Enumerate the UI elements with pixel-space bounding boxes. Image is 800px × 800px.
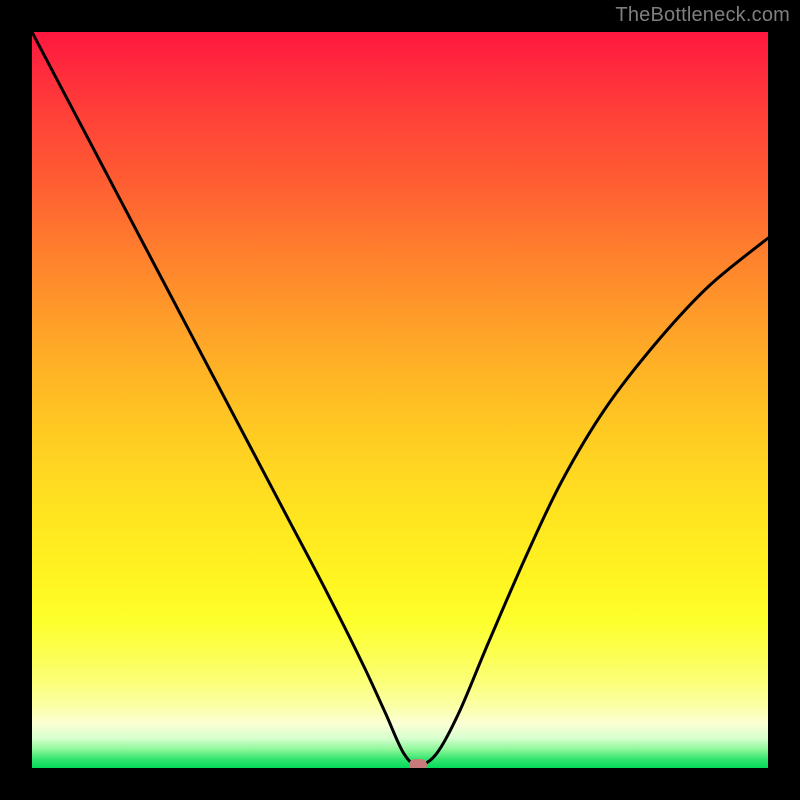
- plot-area: [32, 32, 768, 768]
- chart-frame: TheBottleneck.com: [0, 0, 800, 800]
- minimum-marker: [409, 759, 427, 768]
- watermark-text: TheBottleneck.com: [615, 4, 790, 27]
- bottleneck-curve: [32, 32, 768, 768]
